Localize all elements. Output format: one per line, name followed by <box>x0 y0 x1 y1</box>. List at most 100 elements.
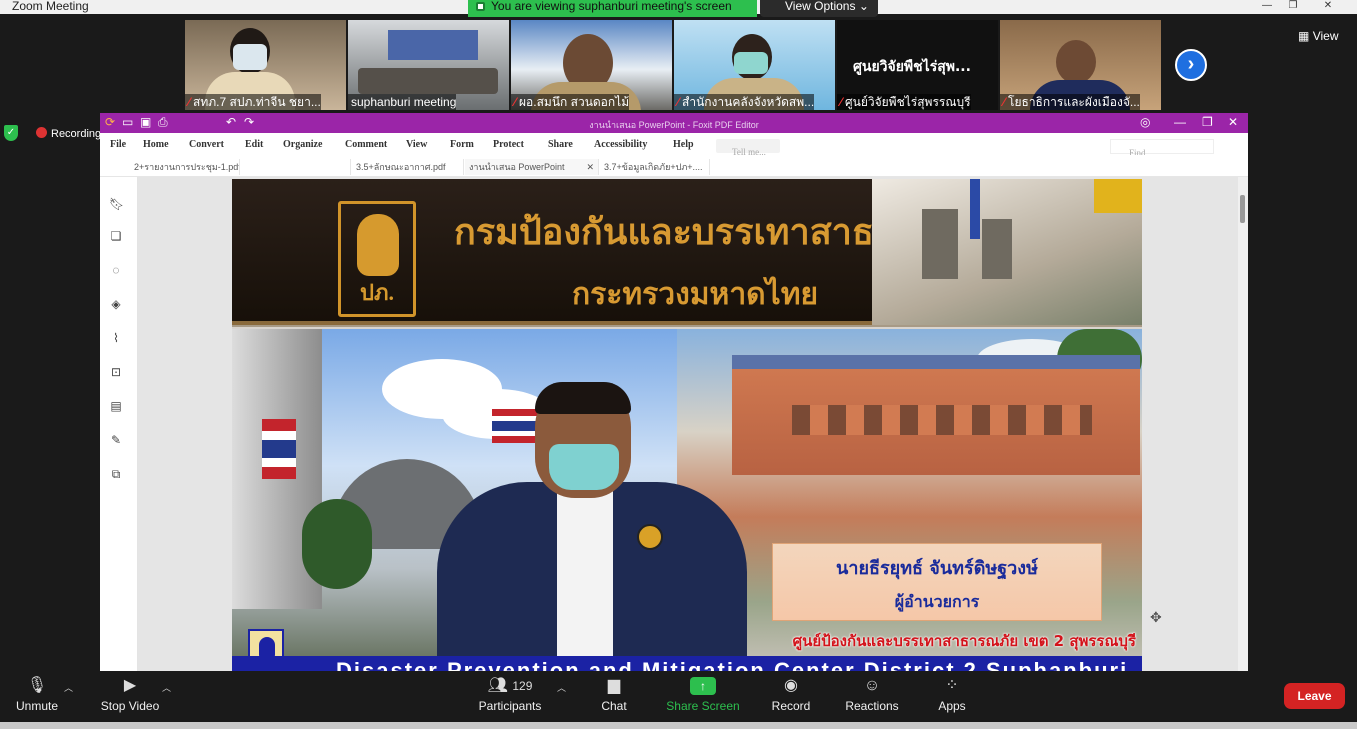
tell-me-input[interactable]: Tell me... <box>716 139 780 157</box>
participant-name: ⁄ สำนักงานคลังจังหวัดสพ... <box>674 94 815 110</box>
account-icon[interactable]: ◎ <box>1140 115 1150 129</box>
video-tile[interactable]: ศูนยวิจัยพืชไร่สุพ... ⁄ ศูนย์วิจัยพืชไร่ส… <box>837 20 998 110</box>
video-tile[interactable]: ⁄ สทภ.7 สปภ.ท่าจีน ชยา... <box>185 20 346 110</box>
compare-icon[interactable]: ⧉ <box>109 467 123 481</box>
unmute-button[interactable]: 🎙︎ Unmute <box>10 671 64 729</box>
chat-icon: ▆ <box>607 677 621 694</box>
ministry-title: กระทรวงมหาดไทย <box>572 277 819 312</box>
center-name: ศูนย์ป้องกันและบรรเทาสาธารณภัย เขต 2 สุพ… <box>792 632 1136 650</box>
security-shield-icon[interactable]: ✓ <box>4 125 18 141</box>
apps-button[interactable]: ⁘ Apps <box>932 671 972 729</box>
document-tab[interactable] <box>241 159 351 175</box>
restore-icon[interactable]: ❐ <box>1202 115 1213 129</box>
video-tile[interactable]: suphanburi meeting <box>348 20 509 110</box>
menu-edit[interactable]: Edit <box>245 139 263 150</box>
menu-convert[interactable]: Convert <box>189 139 224 150</box>
english-band: Disaster Prevention and Mitigation Cente… <box>232 656 1142 671</box>
dept-emblem: ปภ. <box>338 201 416 317</box>
move-cursor-icon: ✥ <box>1150 609 1162 625</box>
menu-organize[interactable]: Organize <box>283 139 322 150</box>
view-options-label: View Options <box>785 0 856 13</box>
menu-accessibility[interactable]: Accessibility <box>594 139 647 150</box>
participants-options-chevron-icon[interactable]: ︿ <box>557 681 566 694</box>
document-tab-active[interactable]: งานนำเสนอ PowerPoint ✕ <box>465 159 599 175</box>
sign-board: ปภ. กรมป้องกันและบรรเทาสาธารณภัย กระทรวง… <box>232 179 992 325</box>
video-tile[interactable]: ⁄ โยธาธิการและผังเมืองจั... <box>1000 20 1161 110</box>
document-icon[interactable]: ▤ <box>109 399 123 413</box>
vertical-scrollbar[interactable] <box>1238 177 1248 671</box>
participant-count: 129 <box>512 679 533 693</box>
emblem-text: ปภ. <box>360 280 394 305</box>
menu-home[interactable]: Home <box>143 139 169 150</box>
menu-view[interactable]: View <box>406 139 427 150</box>
reactions-button[interactable]: ☺ Reactions <box>842 671 902 729</box>
chevron-down-icon: ⌄ <box>858 0 869 13</box>
window-title: Zoom Meeting <box>12 0 89 13</box>
director-namebox: นายธีรยุทธ์ จันทร์ดิษฐวงษ์ ผู้อำนวยการ <box>772 543 1102 621</box>
signature-icon[interactable]: ✎ <box>109 433 123 447</box>
maximize-icon[interactable]: ❐ <box>1282 0 1304 12</box>
close-icon[interactable]: ✕ <box>1228 115 1238 129</box>
minimize-icon[interactable]: — <box>1174 115 1186 129</box>
participant-name: ⁄ สทภ.7 สปภ.ท่าจีน ชยา... <box>185 94 321 110</box>
mic-muted-icon: ⁄ <box>514 95 517 109</box>
menu-form[interactable]: Form <box>450 139 474 150</box>
slide-page: ปภ. กรมป้องกันและบรรเทาสาธารณภัย กระทรวง… <box>232 179 1142 671</box>
apps-icon: ⁘ <box>945 677 959 694</box>
record-dot-icon <box>36 127 47 138</box>
share-screen-button[interactable]: ↑ Share Screen <box>664 671 742 729</box>
participant-name: ⁄ โยธาธิการและผังเมืองจั... <box>1000 94 1140 110</box>
menu-help[interactable]: Help <box>673 139 694 150</box>
participant-name: ⁄ ผอ.สมนึก สวนดอกไม้ <box>511 94 630 110</box>
scroll-thumb[interactable] <box>1240 195 1245 223</box>
view-button[interactable]: ▦ View <box>1298 29 1338 43</box>
video-tile[interactable]: ⁄ ผอ.สมนึก สวนดอกไม้ <box>511 20 672 110</box>
document-tab[interactable]: 2+รายงานการประชุม-1.pdf <box>130 159 240 175</box>
find-input[interactable]: Find <box>1110 139 1214 158</box>
menu-share[interactable]: Share <box>548 139 573 150</box>
document-tab[interactable]: 3.5+ลักษณะอากาศ.pdf <box>352 159 464 175</box>
close-tab-icon[interactable]: ✕ <box>586 159 594 175</box>
mic-muted-icon: ⁄ <box>188 95 191 109</box>
participant-name: ⁄ ศูนย์วิจัยพืชไร่สุพรรณบุรี <box>837 94 971 110</box>
next-page-button[interactable]: › <box>1175 49 1207 81</box>
security-icon[interactable]: ⊡ <box>109 365 123 379</box>
recording-indicator[interactable]: Recording <box>36 127 101 140</box>
chat-button[interactable]: ▆ Chat <box>594 671 634 729</box>
video-options-chevron-icon[interactable]: ︿ <box>162 681 171 694</box>
layers-icon[interactable]: ◈ <box>109 297 123 311</box>
stop-video-button[interactable]: ▶︎ Stop Video <box>96 671 164 729</box>
participants-button[interactable]: 👥︎ 129 Participants <box>474 671 546 729</box>
comments-icon[interactable]: ◌ <box>109 263 123 277</box>
document-canvas[interactable]: ปภ. กรมป้องกันและบรรเทาสาธารณภัย กระทรวง… <box>138 177 1248 671</box>
mic-muted-icon: ⁄ <box>1003 95 1006 109</box>
leave-button[interactable]: Leave <box>1284 683 1345 709</box>
pages-icon[interactable]: ❏ <box>109 229 123 243</box>
viewing-text: You are viewing suphanburi meeting's scr… <box>491 0 732 13</box>
mic-muted-icon: ⁄ <box>840 95 843 109</box>
screen-share-icon <box>476 2 485 11</box>
record-button[interactable]: ◉ Record <box>768 671 814 729</box>
share-screen-icon: ↑ <box>664 671 742 701</box>
director-role: ผู้อำนวยการ <box>894 592 980 611</box>
menu-comment[interactable]: Comment <box>345 139 387 150</box>
director-name: นายธีรยุทธ์ จันทร์ดิษฐวงษ์ <box>836 558 1038 579</box>
bookmark-icon[interactable]: 🔖︎ <box>109 197 124 211</box>
view-options-button[interactable]: View Options ⌄ <box>760 0 878 17</box>
video-tile[interactable]: ⁄ สำนักงานคลังจังหวัดสพ... <box>674 20 835 110</box>
building-photo-top <box>872 179 1142 325</box>
record-icon: ◉ <box>784 677 798 694</box>
menu-file[interactable]: File <box>110 139 126 150</box>
audio-options-chevron-icon[interactable]: ︿ <box>64 681 73 694</box>
meeting-toolbar: 🎙︎ Unmute ︿ ▶︎ Stop Video ︿ 👥︎ 129 Parti… <box>0 671 1357 729</box>
foxit-titlebar: ⟳ ▭ ▣ ⎙ ↶ ↷ งานนำเสนอ PowerPoint - Foxit… <box>100 113 1248 133</box>
participant-name: suphanburi meeting <box>348 94 457 110</box>
menu-protect[interactable]: Protect <box>493 139 524 150</box>
document-tab[interactable]: 3.7+ข้อมูลเกิดภัย+ปภ+.... <box>600 159 710 175</box>
document-tabs: 2+รายงานการประชุม-1.pdf 3.5+ลักษณะอากาศ.… <box>100 155 1248 177</box>
minimize-icon[interactable]: — <box>1256 0 1278 12</box>
foxit-menubar: File Home Convert Edit Organize Comment … <box>100 133 1248 158</box>
grid-icon: ▦ <box>1298 29 1310 43</box>
attachment-icon[interactable]: ⌇ <box>109 331 123 345</box>
close-icon[interactable]: ✕ <box>1310 0 1346 12</box>
